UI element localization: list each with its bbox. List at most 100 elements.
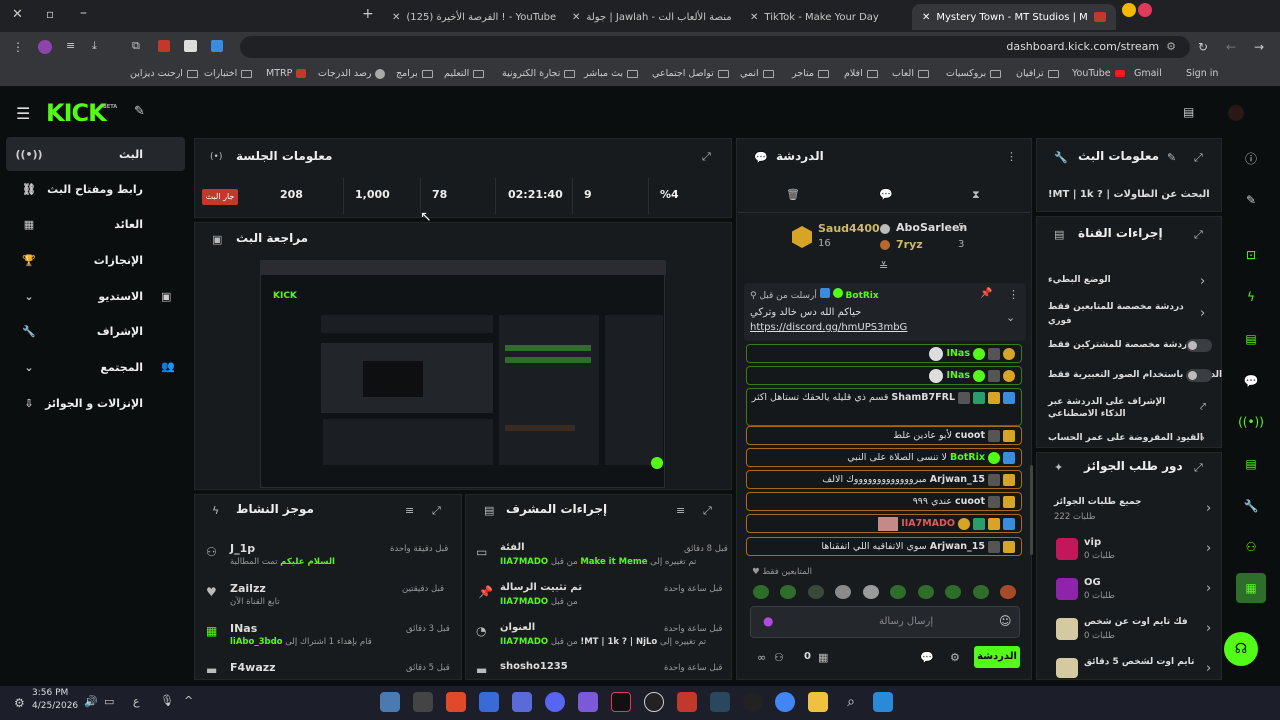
- bookmark-item[interactable]: بث مباشر: [584, 68, 639, 79]
- emote-icon[interactable]: [808, 585, 824, 599]
- bookmark-item[interactable]: بروكسيات: [946, 68, 1002, 79]
- microphone-icon[interactable]: 🎙: [160, 694, 174, 707]
- bookmark-item[interactable]: انمي: [740, 68, 774, 79]
- settings-icon[interactable]: ⚙: [14, 696, 25, 710]
- bookmark-item[interactable]: تواصل اجتماعي: [652, 68, 729, 79]
- emote-icon[interactable]: [1000, 585, 1016, 599]
- emote-icon[interactable]: [780, 585, 796, 599]
- mod-action-user[interactable]: IIA7MADO: [500, 637, 548, 647]
- screenshot-icon[interactable]: ⊡: [1236, 240, 1266, 270]
- top-gifter-name[interactable]: Saud4400: [818, 222, 880, 235]
- microphone-icon[interactable]: ●: [763, 614, 773, 628]
- restore-window-icon[interactable]: ▫: [46, 7, 54, 21]
- emote-icon[interactable]: [835, 585, 851, 599]
- extension-icon[interactable]: [158, 40, 170, 52]
- profile-emoji-icon[interactable]: [1138, 3, 1152, 17]
- extensions-icon[interactable]: ⧉: [132, 39, 140, 53]
- chat-username[interactable]: Arjwan_15: [930, 474, 985, 485]
- emoji-picker-icon[interactable]: ☺: [999, 614, 1012, 628]
- taskbar-app-icon[interactable]: [512, 692, 532, 712]
- chat-username[interactable]: cuoot: [955, 496, 985, 507]
- chat-username[interactable]: INas: [946, 348, 970, 359]
- expand-icon[interactable]: ⤢: [1194, 228, 1203, 242]
- chat-message[interactable]: مبروووووووووووووك الالف Arjwan_15: [746, 470, 1022, 489]
- tab-tiktok[interactable]: ✕ TikTok - Make Your Day: [740, 4, 912, 30]
- extension-icon[interactable]: [211, 40, 223, 52]
- download-icon[interactable]: ⤓: [92, 39, 97, 53]
- chevron-right-icon[interactable]: ›: [1206, 661, 1211, 676]
- lightning-icon[interactable]: ϟ: [1236, 282, 1266, 312]
- chevron-right-icon[interactable]: ›: [1206, 621, 1211, 636]
- more-options-icon[interactable]: ⋮: [1008, 288, 1019, 301]
- chevron-right-icon[interactable]: ›: [1200, 431, 1205, 446]
- bookmark-item[interactable]: برامج: [396, 68, 433, 79]
- users-icon[interactable]: ⚇: [774, 651, 784, 664]
- share-icon[interactable]: ⚇: [1236, 532, 1266, 562]
- taskbar-app-icon[interactable]: [479, 692, 499, 712]
- infinity-icon[interactable]: ∞: [757, 651, 766, 664]
- emote-icon[interactable]: [918, 585, 934, 599]
- close-tab-icon[interactable]: ✕: [392, 12, 400, 23]
- chat-bubble-icon[interactable]: 💬: [1236, 366, 1266, 396]
- volume-icon[interactable]: 🔊: [84, 695, 98, 708]
- document-icon[interactable]: ▤: [1236, 324, 1266, 354]
- emote-only-toggle[interactable]: [1186, 369, 1212, 382]
- expand-icon[interactable]: ⤢: [703, 504, 712, 518]
- emote-icon[interactable]: [945, 585, 961, 599]
- chevron-right-icon[interactable]: ›: [1200, 274, 1205, 289]
- bookmark-item[interactable]: MTRP: [266, 68, 307, 79]
- bookmark-item[interactable]: تجارة الكترونية: [502, 68, 576, 79]
- chat-username[interactable]: IIA7MADO: [901, 518, 955, 529]
- language-indicator[interactable]: ع: [133, 695, 140, 708]
- hamburger-menu-icon[interactable]: ☰: [16, 104, 30, 123]
- search-icon[interactable]: ⌕: [841, 692, 861, 712]
- chevron-right-icon[interactable]: ›: [1206, 581, 1211, 596]
- minimize-window-icon[interactable]: –: [80, 5, 87, 21]
- brave-icon[interactable]: [446, 692, 466, 712]
- tiktok-icon[interactable]: [611, 692, 631, 712]
- edit-icon[interactable]: ✎: [1236, 185, 1266, 215]
- stream-preview-video[interactable]: KICK: [260, 260, 666, 488]
- bookmark-item[interactable]: Gmail: [1134, 68, 1162, 79]
- collapse-icon[interactable]: ≚: [879, 260, 888, 273]
- network-icon[interactable]: ▭: [104, 695, 114, 708]
- reload-icon[interactable]: ↻: [1198, 40, 1208, 54]
- bookmark-item[interactable]: YouTube: [1072, 68, 1125, 79]
- chat-username[interactable]: cuoot: [955, 430, 985, 441]
- close-tab-icon[interactable]: ✕: [750, 12, 758, 23]
- activity-username[interactable]: Zailzz: [230, 582, 266, 595]
- activity-username[interactable]: J_1p: [230, 542, 255, 555]
- hourglass-icon[interactable]: ⧗: [972, 188, 980, 202]
- bookmark-item[interactable]: اختبارات: [204, 68, 253, 79]
- pin-icon[interactable]: 📌: [980, 288, 992, 299]
- chat-scrollbar[interactable]: [1030, 465, 1033, 555]
- chevron-up-icon[interactable]: ^: [184, 694, 193, 707]
- mod-action-user[interactable]: IIA7MADO: [500, 557, 548, 567]
- bookmark-item[interactable]: رصد الدرجات: [318, 68, 386, 79]
- chat-message[interactable]: سوي الاتفاقيه اللي اتفقناها Arjwan_15: [746, 537, 1022, 556]
- windows-start-icon[interactable]: [873, 692, 893, 712]
- gift-icon[interactable]: ▦: [1236, 573, 1266, 603]
- tab-jawlah[interactable]: ✕ جولة | Jawlah - منصة الألعاب الت: [562, 4, 734, 30]
- new-tab-icon[interactable]: +: [362, 6, 374, 22]
- close-tab-icon[interactable]: ✕: [572, 12, 580, 23]
- gear-icon[interactable]: ⚙: [950, 651, 960, 664]
- emote-icon[interactable]: [753, 585, 769, 599]
- sidebar-item-community[interactable]: ⌄ المجتمع 👥: [6, 350, 185, 384]
- chevron-right-icon[interactable]: ›: [1200, 306, 1205, 321]
- taskbar-app-icon[interactable]: [380, 692, 400, 712]
- url-field[interactable]: dashboard.kick.com/stream ⚙: [240, 36, 1190, 58]
- activity-username[interactable]: INas: [230, 622, 257, 635]
- sidebar-item-achievements[interactable]: 🏆 الإنجازات: [6, 243, 185, 277]
- pinned-link[interactable]: https://discord.gg/hmUPS3mbG: [750, 322, 907, 333]
- bookmark-item[interactable]: العاب: [892, 68, 929, 79]
- filter-icon[interactable]: ≡: [676, 504, 685, 517]
- user-avatar[interactable]: [1228, 105, 1244, 121]
- gift-icon[interactable]: ▦: [818, 651, 828, 664]
- sidebar-item-revenue[interactable]: ▦ العائد: [6, 207, 185, 241]
- chevron-right-icon[interactable]: ›: [1206, 501, 1211, 516]
- close-window-icon[interactable]: ✕: [12, 7, 23, 22]
- chevron-right-icon[interactable]: ›: [1206, 541, 1211, 556]
- emote-icon[interactable]: [863, 585, 879, 599]
- reading-list-icon[interactable]: ≡: [66, 39, 75, 52]
